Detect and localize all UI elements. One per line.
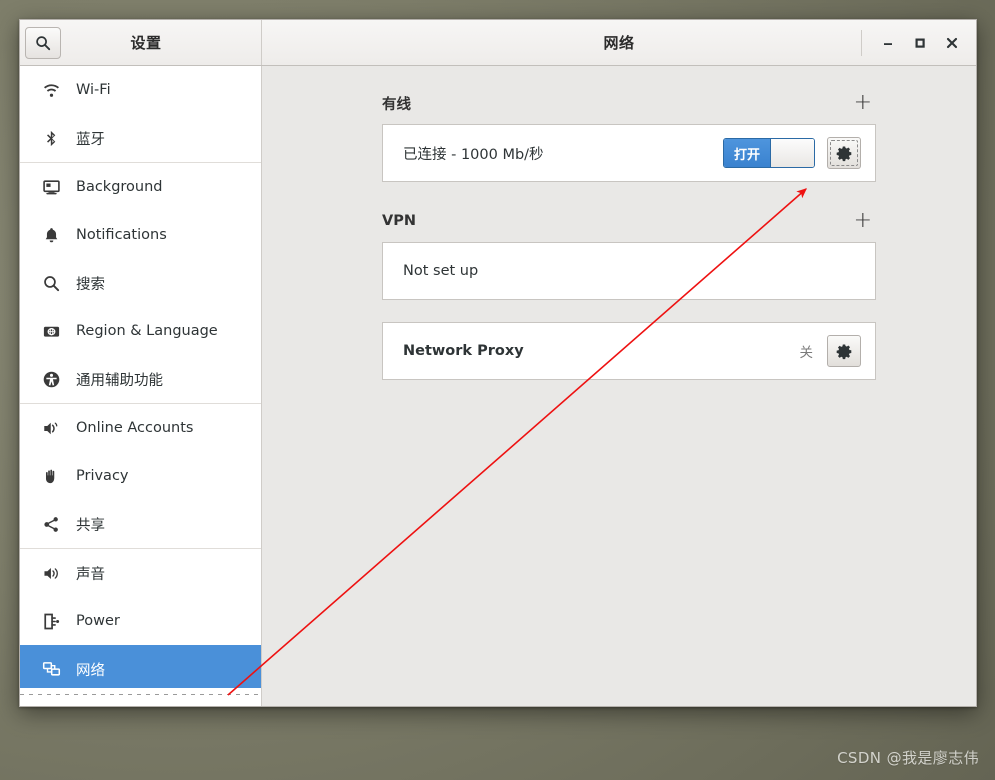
search-icon	[42, 274, 68, 293]
share-icon	[42, 515, 68, 534]
wired-toggle-label: 打开	[724, 139, 770, 167]
bell-icon	[45, 227, 58, 242]
sidebar-item-label: Region & Language	[76, 323, 218, 339]
sidebar-item-2[interactable]: Background	[20, 163, 261, 211]
sidebar-focus-outline	[20, 688, 261, 706]
wired-toggle-knob	[770, 139, 814, 167]
settings-window: 设置 网络 Wi-Fi 蓝牙 Background Notifications …	[19, 19, 977, 707]
settings-sidebar: Wi-Fi 蓝牙 Background Notifications 搜索 Region &…	[20, 66, 262, 706]
network-proxy-label: Network Proxy	[403, 343, 524, 359]
vpn-row: Not set up	[382, 242, 876, 300]
sidebar-item-8[interactable]: Privacy	[20, 452, 261, 500]
hand-icon	[42, 467, 68, 486]
sidebar-item-12[interactable]: 网络	[20, 645, 261, 688]
sidebar-header: 设置	[20, 20, 262, 65]
sidebar-item-0[interactable]: Wi-Fi	[20, 66, 261, 114]
region-icon	[42, 322, 68, 341]
window-body: Wi-Fi 蓝牙 Background Notifications 搜索 Region &…	[20, 66, 976, 706]
minimize-button[interactable]	[872, 27, 904, 59]
vpn-status-label: Not set up	[403, 263, 479, 279]
sidebar-item-5[interactable]: Region & Language	[20, 307, 261, 355]
vpn-section-header: VPN +	[382, 206, 876, 236]
sidebar-item-label: 声音	[76, 566, 105, 583]
content-header: 网络	[262, 20, 976, 65]
monitor-icon	[43, 179, 60, 194]
sidebar-item-11[interactable]: Power	[20, 597, 261, 645]
wired-section-title: 有线	[382, 96, 411, 113]
wired-connection-row: 已连接 - 1000 Mb/秒 打开	[382, 124, 876, 182]
sidebar-item-label: 搜索	[76, 276, 105, 293]
minimize-icon	[884, 42, 892, 45]
bluetooth-icon	[42, 129, 68, 148]
network-proxy-settings-button[interactable]	[827, 335, 861, 367]
monitor-icon	[42, 178, 68, 197]
search-icon	[44, 275, 60, 291]
sidebar-item-9[interactable]: 共享	[20, 500, 261, 548]
wifi-icon	[42, 81, 68, 100]
speaker-icon	[42, 564, 68, 583]
gear-icon	[836, 344, 851, 359]
sidebar-item-10[interactable]: 声音	[20, 549, 261, 597]
network-icon	[42, 660, 68, 679]
maximize-icon	[915, 37, 925, 48]
sidebar-item-4[interactable]: 搜索	[20, 259, 261, 307]
speaker-icon	[44, 567, 58, 579]
online-accounts-icon	[44, 422, 58, 434]
sidebar-item-list: Wi-Fi 蓝牙 Background Notifications 搜索 Region &…	[20, 66, 261, 688]
wired-status-label: 已连接 - 1000 Mb/秒	[403, 146, 544, 163]
sidebar-item-label: Notifications	[76, 227, 167, 243]
sidebar-item-label: Wi-Fi	[76, 82, 111, 98]
bluetooth-icon	[47, 130, 56, 146]
network-settings-panel: 有线 + 已连接 - 1000 Mb/秒 打开 VPN + Not set up…	[262, 66, 976, 706]
sidebar-title: 设置	[130, 34, 162, 52]
maximize-button[interactable]	[904, 27, 936, 59]
hand-icon	[45, 469, 55, 483]
sidebar-item-label: Privacy	[76, 468, 129, 484]
power-plug-icon	[42, 612, 68, 631]
window-header-bar: 设置 网络	[20, 20, 976, 66]
sidebar-item-7[interactable]: Online Accounts	[20, 404, 261, 452]
sidebar-item-label: Background	[76, 179, 163, 195]
region-icon	[43, 326, 60, 337]
wifi-icon	[43, 83, 60, 97]
wired-toggle-switch[interactable]: 打开	[723, 138, 815, 168]
sidebar-item-3[interactable]: Notifications	[20, 211, 261, 259]
sidebar-item-6[interactable]: 通用辅助功能	[20, 355, 261, 403]
network-proxy-status: 关	[799, 345, 814, 361]
close-button[interactable]	[936, 27, 968, 59]
sidebar-item-label: 共享	[76, 517, 105, 534]
wired-settings-button[interactable]	[827, 137, 861, 169]
gear-icon	[836, 146, 851, 161]
vpn-section-title: VPN	[382, 213, 416, 229]
sidebar-item-label: 通用辅助功能	[76, 372, 163, 389]
add-wired-button[interactable]: +	[850, 92, 876, 114]
sidebar-item-label: Power	[76, 613, 120, 629]
sidebar-item-label: Online Accounts	[76, 420, 194, 436]
accessibility-icon	[42, 370, 68, 389]
accessibility-icon	[43, 371, 60, 387]
share-icon	[44, 516, 58, 532]
sidebar-item-label: 网络	[76, 662, 105, 679]
online-accounts-icon	[42, 419, 68, 438]
add-vpn-button[interactable]: +	[850, 210, 876, 232]
power-plug-icon	[44, 613, 60, 629]
close-icon	[946, 37, 958, 48]
controls-separator	[861, 29, 862, 56]
network-proxy-row: Network Proxy 关	[382, 322, 876, 380]
bell-icon	[42, 226, 68, 245]
wired-section-header: 有线 +	[382, 88, 876, 118]
network-icon	[42, 661, 61, 676]
watermark: CSDN @我是廖志伟	[837, 749, 979, 767]
sidebar-item-label: 蓝牙	[76, 131, 105, 148]
search-icon	[36, 35, 51, 50]
window-controls	[861, 20, 976, 65]
sidebar-item-1[interactable]: 蓝牙	[20, 114, 261, 162]
search-button[interactable]	[25, 26, 61, 59]
